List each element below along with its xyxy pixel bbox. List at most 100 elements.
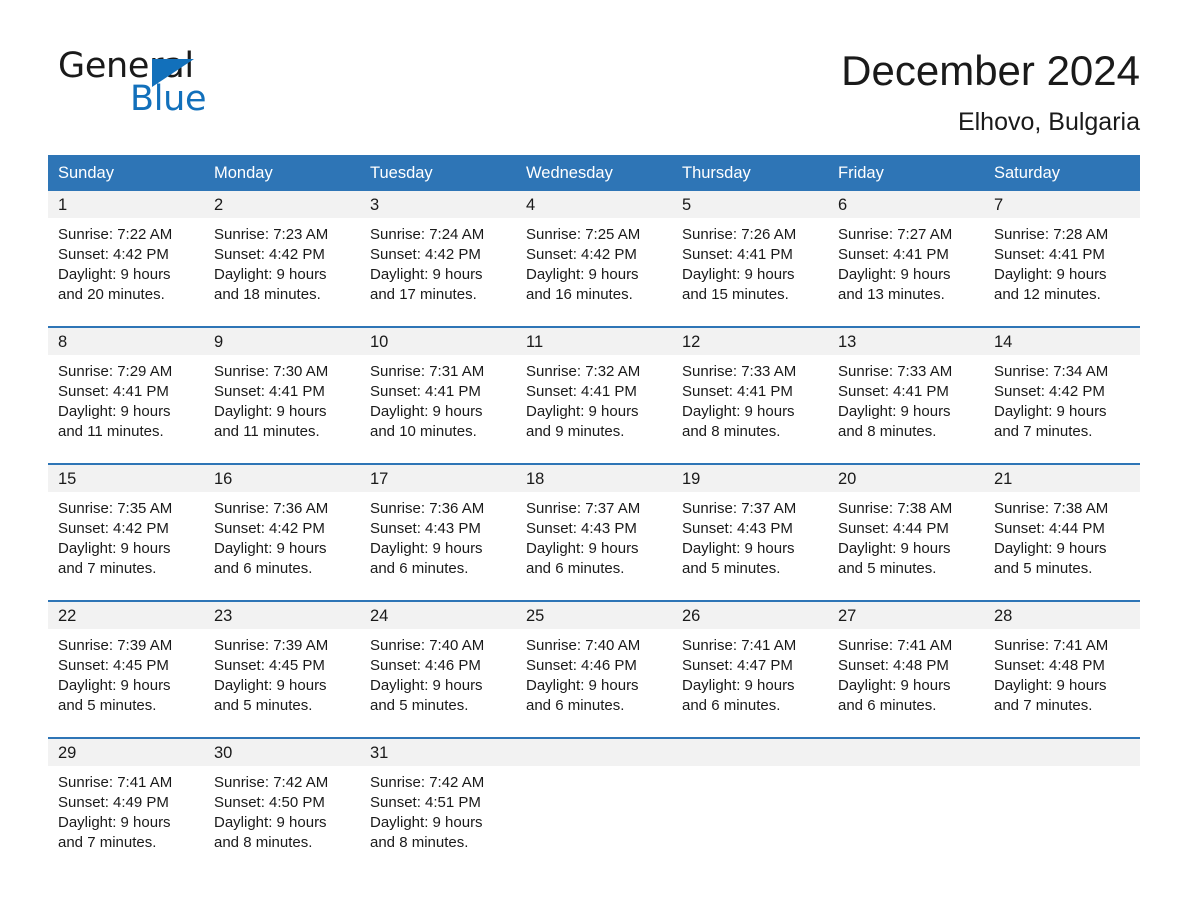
daylight-duration-line2: and 5 minutes. [994, 560, 1093, 577]
calendar-day-cell[interactable]: 13 Sunrise: 7:33 AM Sunset: 4:41 PM Dayligh… [828, 328, 984, 463]
calendar-day-cell[interactable]: 14 Sunrise: 7:34 AM Sunset: 4:42 PM Dayligh… [984, 328, 1140, 463]
calendar-day-cell[interactable]: 23 Sunrise: 7:39 AM Sunset: 4:45 PM Dayligh… [204, 602, 360, 737]
day-number: 8 [48, 328, 204, 355]
sunrise-time: Sunrise: 7:42 AM [214, 774, 329, 791]
daylight-duration-line2: and 6 minutes. [526, 560, 625, 577]
sunrise-time: Sunrise: 7:27 AM [838, 226, 953, 243]
day-number: 1 [48, 191, 204, 218]
sunset-time: Sunset: 4:42 PM [214, 520, 325, 537]
sunset-time: Sunset: 4:42 PM [370, 246, 481, 263]
sunrise-time: Sunrise: 7:41 AM [838, 637, 953, 654]
daylight-duration-line2: and 5 minutes. [838, 560, 937, 577]
calendar-day-cell[interactable]: 31 Sunrise: 7:42 AM Sunset: 4:51 PM Dayligh… [360, 739, 516, 874]
calendar-week-row: 22 Sunrise: 7:39 AM Sunset: 4:45 PM Dayligh… [48, 600, 1140, 737]
daylight-duration-line2: and 5 minutes. [58, 697, 157, 714]
calendar-week-row: 15 Sunrise: 7:35 AM Sunset: 4:42 PM Dayligh… [48, 463, 1140, 600]
calendar-day-cell[interactable]: 10 Sunrise: 7:31 AM Sunset: 4:41 PM Dayligh… [360, 328, 516, 463]
calendar-day-cell[interactable]: 12 Sunrise: 7:33 AM Sunset: 4:41 PM Dayligh… [672, 328, 828, 463]
day-details: Sunrise: 7:36 AM Sunset: 4:43 PM Daylight:… [360, 492, 516, 579]
daylight-duration-line1: Daylight: 9 hours [526, 403, 639, 420]
calendar-day-cell[interactable]: 25 Sunrise: 7:40 AM Sunset: 4:46 PM Dayligh… [516, 602, 672, 737]
sunrise-time: Sunrise: 7:37 AM [682, 500, 797, 517]
day-number: 2 [204, 191, 360, 218]
daylight-duration-line1: Daylight: 9 hours [214, 677, 327, 694]
weekday-header-tuesday: Tuesday [370, 164, 433, 182]
sunset-time: Sunset: 4:48 PM [994, 657, 1105, 674]
daylight-duration-line2: and 5 minutes. [682, 560, 781, 577]
daylight-duration-line2: and 8 minutes. [214, 834, 313, 851]
calendar-day-cell[interactable]: 11 Sunrise: 7:32 AM Sunset: 4:41 PM Dayligh… [516, 328, 672, 463]
sunrise-time: Sunrise: 7:29 AM [58, 363, 173, 380]
daylight-duration-line1: Daylight: 9 hours [214, 266, 327, 283]
calendar-day-cell[interactable]: 5 Sunrise: 7:26 AM Sunset: 4:41 PM Daylight… [672, 191, 828, 326]
day-number: 12 [672, 328, 828, 355]
day-number: 11 [516, 328, 672, 355]
calendar-day-cell[interactable]: 20 Sunrise: 7:38 AM Sunset: 4:44 PM Dayligh… [828, 465, 984, 600]
calendar-day-cell[interactable]: 17 Sunrise: 7:36 AM Sunset: 4:43 PM Dayligh… [360, 465, 516, 600]
calendar-day-cell[interactable]: 24 Sunrise: 7:40 AM Sunset: 4:46 PM Dayligh… [360, 602, 516, 737]
calendar-day-cell[interactable]: 3 Sunrise: 7:24 AM Sunset: 4:42 PM Daylight… [360, 191, 516, 326]
calendar-day-cell[interactable]: 30 Sunrise: 7:42 AM Sunset: 4:50 PM Dayligh… [204, 739, 360, 874]
calendar-day-cell-empty [984, 739, 1140, 874]
daylight-duration-line1: Daylight: 9 hours [370, 677, 483, 694]
calendar-page: General Blue December 2024 Elhovo, Bulga… [0, 0, 1188, 918]
daylight-duration-line2: and 12 minutes. [994, 286, 1101, 303]
daylight-duration-line1: Daylight: 9 hours [370, 540, 483, 557]
calendar-day-cell[interactable]: 6 Sunrise: 7:27 AM Sunset: 4:41 PM Daylight… [828, 191, 984, 326]
sunrise-time: Sunrise: 7:33 AM [838, 363, 953, 380]
calendar-day-cell[interactable]: 9 Sunrise: 7:30 AM Sunset: 4:41 PM Daylight… [204, 328, 360, 463]
day-details: Sunrise: 7:28 AM Sunset: 4:41 PM Daylight:… [984, 218, 1140, 305]
sunrise-time: Sunrise: 7:22 AM [58, 226, 173, 243]
calendar-day-cell[interactable]: 4 Sunrise: 7:25 AM Sunset: 4:42 PM Daylight… [516, 191, 672, 326]
calendar-day-cell[interactable]: 16 Sunrise: 7:36 AM Sunset: 4:42 PM Dayligh… [204, 465, 360, 600]
calendar-day-cell[interactable]: 27 Sunrise: 7:41 AM Sunset: 4:48 PM Dayligh… [828, 602, 984, 737]
day-number: 19 [672, 465, 828, 492]
daylight-duration-line1: Daylight: 9 hours [526, 266, 639, 283]
calendar-day-cell[interactable]: 29 Sunrise: 7:41 AM Sunset: 4:49 PM Dayligh… [48, 739, 204, 874]
daylight-duration-line1: Daylight: 9 hours [58, 266, 171, 283]
day-details: Sunrise: 7:42 AM Sunset: 4:50 PM Daylight:… [204, 766, 360, 853]
day-details: Sunrise: 7:34 AM Sunset: 4:42 PM Daylight:… [984, 355, 1140, 442]
calendar-day-cell[interactable]: 19 Sunrise: 7:37 AM Sunset: 4:43 PM Dayligh… [672, 465, 828, 600]
sunrise-time: Sunrise: 7:41 AM [682, 637, 797, 654]
logo-text-blue: Blue [130, 79, 207, 119]
sunset-time: Sunset: 4:42 PM [526, 246, 637, 263]
location-subtitle: Elhovo, Bulgaria [957, 108, 1140, 136]
sunrise-time: Sunrise: 7:40 AM [370, 637, 485, 654]
calendar-day-cell[interactable]: 21 Sunrise: 7:38 AM Sunset: 4:44 PM Dayligh… [984, 465, 1140, 600]
calendar-day-cell[interactable]: 8 Sunrise: 7:29 AM Sunset: 4:41 PM Daylight… [48, 328, 204, 463]
day-details: Sunrise: 7:36 AM Sunset: 4:42 PM Daylight:… [204, 492, 360, 579]
calendar-week-row: 8 Sunrise: 7:29 AM Sunset: 4:41 PM Daylight… [48, 326, 1140, 463]
sunset-time: Sunset: 4:42 PM [58, 246, 169, 263]
daylight-duration-line2: and 17 minutes. [370, 286, 477, 303]
sunrise-time: Sunrise: 7:32 AM [526, 363, 641, 380]
general-blue-logo[interactable]: General Blue [48, 46, 248, 119]
daylight-duration-line2: and 11 minutes. [58, 423, 164, 440]
day-details: Sunrise: 7:39 AM Sunset: 4:45 PM Daylight:… [48, 629, 204, 716]
daylight-duration-line1: Daylight: 9 hours [58, 814, 171, 831]
day-number: 9 [204, 328, 360, 355]
daylight-duration-line2: and 8 minutes. [838, 423, 937, 440]
sunset-time: Sunset: 4:42 PM [58, 520, 169, 537]
daylight-duration-line2: and 8 minutes. [370, 834, 469, 851]
day-number: 23 [204, 602, 360, 629]
calendar-day-cell[interactable]: 2 Sunrise: 7:23 AM Sunset: 4:42 PM Daylight… [204, 191, 360, 326]
weekday-header-wednesday: Wednesday [526, 164, 613, 182]
calendar-day-cell[interactable]: 15 Sunrise: 7:35 AM Sunset: 4:42 PM Dayligh… [48, 465, 204, 600]
calendar-day-cell[interactable]: 18 Sunrise: 7:37 AM Sunset: 4:43 PM Dayligh… [516, 465, 672, 600]
daylight-duration-line2: and 5 minutes. [370, 697, 469, 714]
sunset-time: Sunset: 4:41 PM [994, 246, 1105, 263]
sunset-time: Sunset: 4:44 PM [838, 520, 949, 537]
calendar-week-row: 29 Sunrise: 7:41 AM Sunset: 4:49 PM Dayligh… [48, 737, 1140, 874]
calendar-day-cell[interactable]: 7 Sunrise: 7:28 AM Sunset: 4:41 PM Daylight… [984, 191, 1140, 326]
calendar-day-cell[interactable]: 28 Sunrise: 7:41 AM Sunset: 4:48 PM Dayligh… [984, 602, 1140, 737]
calendar-day-cell[interactable]: 26 Sunrise: 7:41 AM Sunset: 4:47 PM Dayligh… [672, 602, 828, 737]
day-number: 20 [828, 465, 984, 492]
daylight-duration-line2: and 6 minutes. [370, 560, 469, 577]
calendar-day-cell[interactable]: 1 Sunrise: 7:22 AM Sunset: 4:42 PM Daylight… [48, 191, 204, 326]
daylight-duration-line2: and 5 minutes. [214, 697, 313, 714]
daylight-duration-line1: Daylight: 9 hours [994, 266, 1107, 283]
sunrise-time: Sunrise: 7:23 AM [214, 226, 329, 243]
day-details: Sunrise: 7:35 AM Sunset: 4:42 PM Daylight:… [48, 492, 204, 579]
calendar-day-cell[interactable]: 22 Sunrise: 7:39 AM Sunset: 4:45 PM Dayligh… [48, 602, 204, 737]
